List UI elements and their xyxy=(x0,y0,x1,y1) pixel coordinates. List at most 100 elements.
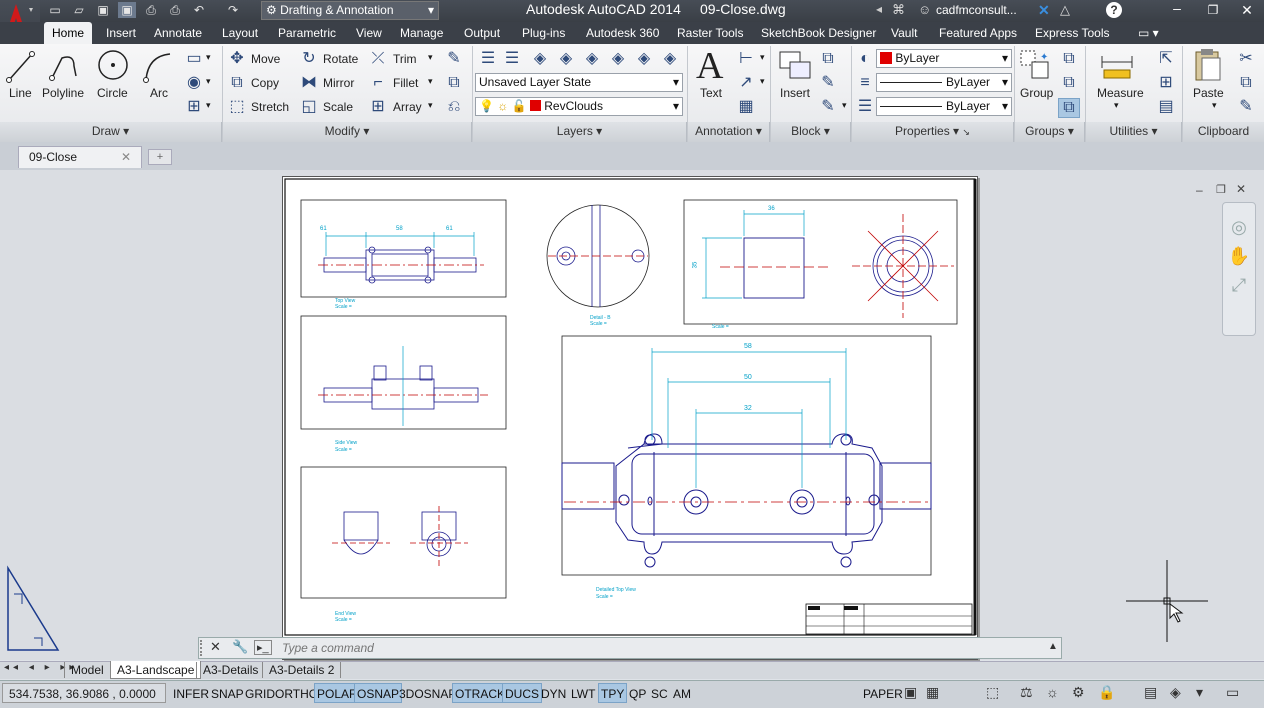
pan-icon[interactable]: ✋ xyxy=(1223,246,1255,267)
status-toggle-3dosnap[interactable]: 3DOSNAP xyxy=(396,683,459,703)
close-command-icon[interactable]: ✕ xyxy=(210,639,221,655)
group-selection-icon[interactable]: ⧉ xyxy=(1058,98,1080,118)
layout-tab-a3-landscape[interactable]: A3-Landscape xyxy=(110,661,202,679)
trim-icon[interactable]: ⤫ xyxy=(369,50,387,68)
chevron-down-icon[interactable]: ▾ xyxy=(760,76,765,87)
move-icon[interactable]: ✥ xyxy=(228,50,246,68)
color-dropdown[interactable]: ByLayer ▾ xyxy=(876,49,1012,68)
help-icon[interactable]: ? xyxy=(1106,2,1122,18)
mirror-button[interactable]: Mirror xyxy=(323,76,354,90)
edit-block-icon[interactable]: ✎ xyxy=(818,74,838,92)
tab-layout[interactable]: Layout xyxy=(222,22,258,44)
open-file-icon[interactable]: ▱ xyxy=(70,2,88,18)
leader-icon[interactable]: ↗ xyxy=(734,74,758,92)
layer-properties-icon[interactable]: ☰ xyxy=(478,50,498,68)
layer-lock-icon[interactable]: ◈ xyxy=(608,50,628,68)
properties-panel-label[interactable]: Properties ▾ ↘ xyxy=(852,122,1014,142)
circle-label[interactable]: Circle xyxy=(97,86,128,100)
chevron-down-icon[interactable]: ▾ xyxy=(206,52,211,63)
command-input[interactable] xyxy=(282,639,1042,657)
save-icon[interactable]: ▣ xyxy=(94,2,112,18)
clean-screen-icon[interactable]: ▭ xyxy=(1226,684,1239,701)
status-menu-icon[interactable]: ▾ xyxy=(1196,684,1203,701)
wrench-icon[interactable]: 🔧 xyxy=(232,639,248,655)
groups-panel-label[interactable]: Groups ▾ xyxy=(1015,122,1085,142)
layers-panel-label[interactable]: Layers ▾ xyxy=(473,122,687,142)
isolate-objects-icon[interactable]: ◈ xyxy=(1170,684,1181,701)
measure-icon[interactable] xyxy=(1100,52,1136,82)
redo-icon[interactable]: ↷ xyxy=(224,2,242,18)
line-icon[interactable] xyxy=(6,50,36,84)
chevron-down-icon[interactable]: ▾ xyxy=(428,52,433,63)
layer-freeze-icon[interactable]: ◈ xyxy=(582,50,602,68)
layer-dropdown[interactable]: 💡 ☼ 🔓 RevClouds ▾ xyxy=(475,97,683,116)
match-props-icon[interactable]: ✎ xyxy=(1236,98,1256,116)
maximize-viewport-icon[interactable]: ⬚ xyxy=(986,684,999,701)
tab-sketchbook-designer[interactable]: SketchBook Designer xyxy=(761,22,876,44)
measure-label[interactable]: Measure xyxy=(1097,86,1144,100)
lineweight-dropdown[interactable]: ByLayer ▾ xyxy=(876,97,1012,116)
dimension-icon[interactable]: ⊢ xyxy=(734,50,758,68)
tab-annotate[interactable]: Annotate xyxy=(154,22,202,44)
chevron-up-icon[interactable]: ▲ xyxy=(1048,641,1058,652)
ungroup-icon[interactable]: ⧉ xyxy=(1058,50,1080,68)
paste-label[interactable]: Paste xyxy=(1193,86,1224,100)
layer-match-icon[interactable]: ◈ xyxy=(634,50,654,68)
scale-button[interactable]: Scale xyxy=(323,100,353,114)
cut-icon[interactable]: ✂ xyxy=(1236,50,1256,68)
scale-icon[interactable]: ◱ xyxy=(300,98,318,116)
chevron-down-icon[interactable]: ▾ xyxy=(1114,100,1119,111)
quick-select-icon[interactable]: ⇱ xyxy=(1156,50,1176,68)
linetype-dropdown[interactable]: ByLayer ▾ xyxy=(876,73,1012,92)
copy-clip-icon[interactable]: ⧉ xyxy=(1236,74,1256,92)
rotate-icon[interactable]: ↻ xyxy=(300,50,318,68)
layer-previous-icon[interactable]: ◈ xyxy=(660,50,680,68)
status-toggle-dyn[interactable]: DYN xyxy=(538,683,569,703)
paper-space-button[interactable]: PAPER xyxy=(860,683,906,703)
viewport-minimize-icon[interactable]: – xyxy=(1196,183,1203,197)
insert-block-icon[interactable] xyxy=(776,48,814,84)
move-button[interactable]: Move xyxy=(251,52,280,66)
fillet-button[interactable]: Fillet xyxy=(393,76,418,90)
edit-attributes-icon[interactable]: ✎ xyxy=(818,98,838,116)
viewport-close-icon[interactable]: ✕ xyxy=(1236,182,1246,196)
rectangle-icon[interactable]: ▭ xyxy=(184,50,204,68)
status-toggle-tpy[interactable]: TPY xyxy=(598,683,628,703)
erase-icon[interactable]: ✎ xyxy=(444,50,464,68)
create-block-icon[interactable]: ⧉ xyxy=(818,50,838,68)
chevron-down-icon[interactable]: ▾ xyxy=(206,100,211,111)
offset-icon[interactable]: ⎌ xyxy=(444,98,464,116)
line-label[interactable]: Line xyxy=(9,86,32,100)
group-label[interactable]: Group xyxy=(1020,86,1053,100)
polyline-icon[interactable] xyxy=(48,50,80,84)
copy-icon[interactable]: ⧉ xyxy=(228,74,246,92)
a360-icon[interactable]: △ xyxy=(1060,2,1070,18)
tab-manage[interactable]: Manage xyxy=(400,22,443,44)
tab-express-tools[interactable]: Express Tools xyxy=(1035,22,1109,44)
chevron-down-icon[interactable]: ▾ xyxy=(842,100,847,111)
match-properties-icon[interactable]: ◐ xyxy=(856,50,874,68)
status-toggle-qp[interactable]: QP xyxy=(626,683,649,703)
layout-tab-model[interactable]: Model xyxy=(64,662,110,678)
insert-label[interactable]: Insert xyxy=(780,86,810,100)
paste-icon[interactable] xyxy=(1192,48,1224,84)
group-edit-icon[interactable]: ⧉ xyxy=(1058,74,1080,92)
utilities-panel-label[interactable]: Utilities ▾ xyxy=(1086,122,1182,142)
select-all-icon[interactable]: ⊞ xyxy=(1156,74,1176,92)
stretch-button[interactable]: Stretch xyxy=(251,100,289,114)
search-arrow-icon[interactable]: ◂ xyxy=(876,2,882,16)
tab-vault[interactable]: Vault xyxy=(891,22,917,44)
command-prompt-icon[interactable]: ▸_ xyxy=(254,640,272,655)
stretch-icon[interactable]: ⬚ xyxy=(228,98,246,116)
arc-icon[interactable] xyxy=(142,50,174,84)
close-icon[interactable]: ✕ xyxy=(1230,0,1264,20)
quick-view-layouts-icon[interactable]: ▣ xyxy=(904,684,917,701)
text-icon[interactable]: A xyxy=(696,46,723,86)
block-panel-label[interactable]: Block ▾ xyxy=(771,122,851,142)
chevron-down-icon[interactable]: ▾ xyxy=(760,52,765,63)
tab-home[interactable]: Home xyxy=(44,22,93,44)
viewport-restore-icon[interactable]: ❐ xyxy=(1216,183,1226,196)
status-toggle-otrack[interactable]: OTRACK xyxy=(452,683,509,703)
quick-view-drawings-icon[interactable]: ▦ xyxy=(926,684,939,701)
status-toggle-infer[interactable]: INFER xyxy=(170,683,212,703)
